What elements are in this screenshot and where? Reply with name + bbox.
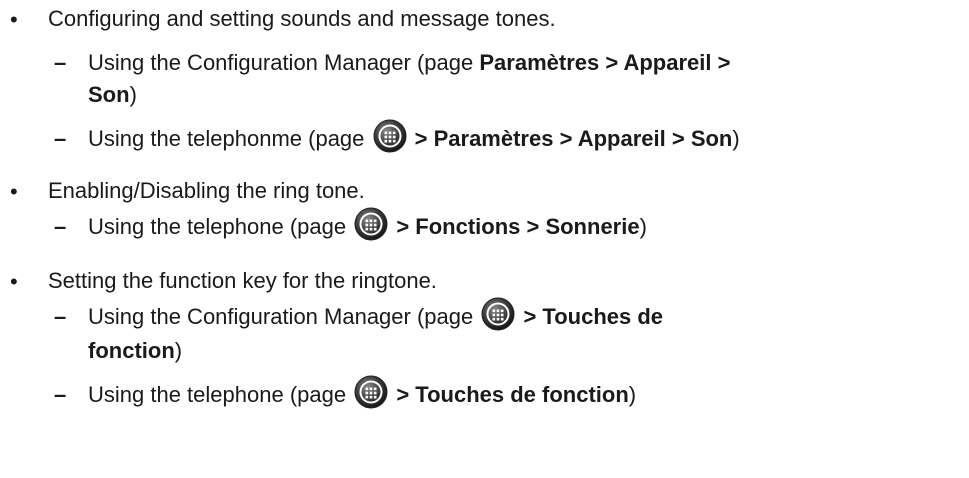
bullet: • [10,7,18,32]
dash: – [54,214,67,239]
menu-path: > Touches de [517,304,664,329]
sub-item-prefix: Using the telephone (page [88,382,353,407]
menu-path: > Paramètres > Appareil > Son [408,126,733,151]
menu-path-continued: Son [88,82,130,107]
sub-item-prefix: Using the telephonme (page [88,126,371,151]
sub-item-suffix: ) [639,214,647,239]
apps-grid-icon [354,207,388,241]
list-item-text: Enabling/Disabling the ring tone. [48,178,365,203]
dash: – [54,126,67,151]
document-body: • Configuring and setting sounds and mes… [0,0,969,478]
bullet: • [10,269,18,294]
dash: – [54,50,67,75]
sub-item-suffix: ) [129,82,137,107]
menu-path: Paramètres > Appareil > [479,50,731,75]
menu-path: > Fonctions > Sonnerie [390,214,640,239]
menu-path: > Touches de fonction [390,382,629,407]
sub-item-prefix: Using the Configuration Manager (page [88,304,480,329]
menu-path-continued: fonction [88,338,175,363]
sub-item-suffix: ) [628,382,637,407]
apps-grid-icon [481,297,515,331]
sub-item-suffix: ) [732,126,740,151]
apps-grid-icon [354,375,388,409]
dash: – [54,304,67,329]
sub-item-suffix: ) [174,338,183,363]
apps-grid-icon [373,119,407,153]
sub-item-prefix: Using the telephone (page [88,214,353,239]
bullet: • [10,179,18,204]
dash: – [54,382,67,407]
sub-item-prefix: Using the Configuration Manager (page [88,50,480,75]
list-item-text: Configuring and setting sounds and messa… [48,6,556,31]
list-item-text: Setting the function key for the rington… [48,268,437,293]
